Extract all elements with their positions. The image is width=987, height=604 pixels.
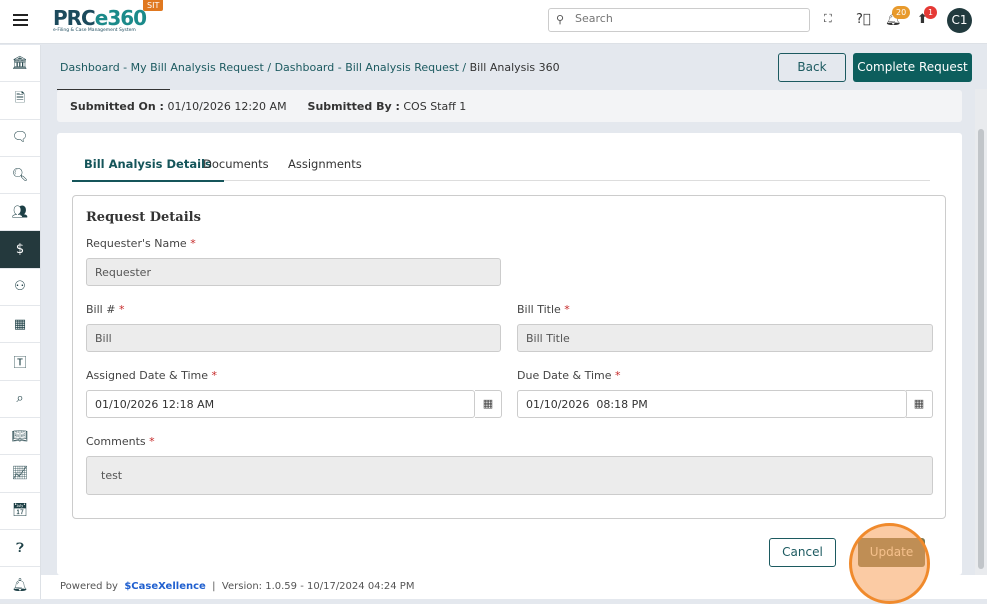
cancel-button[interactable]: Cancel xyxy=(769,538,836,567)
avatar[interactable]: C1 xyxy=(947,8,972,33)
sidebar-item-users[interactable]: 👥︎ xyxy=(0,194,40,232)
calendar-icon[interactable]: ▦ xyxy=(475,390,502,418)
help-icon[interactable]: ?⃝ xyxy=(856,12,871,27)
sidebar-item-meeting[interactable]: ⚇ xyxy=(0,269,40,307)
complete-request-button[interactable]: Complete Request xyxy=(853,53,972,82)
scrollbar[interactable] xyxy=(975,89,987,575)
sidebar-item-bill[interactable]: $ xyxy=(0,231,40,269)
requester-field[interactable]: Requester xyxy=(86,258,501,286)
comments-label: Comments * xyxy=(86,435,155,448)
sidebar-item-alarm[interactable]: 🔔︎ xyxy=(0,567,40,604)
assigned-date-label: Assigned Date & Time * xyxy=(86,369,218,382)
breadcrumb-link[interactable]: Dashboard - My Bill Analysis Request xyxy=(60,61,264,74)
due-date-label: Due Date & Time * xyxy=(517,369,621,382)
logo: PRCe360 xyxy=(53,6,147,30)
breadcrumb: Dashboard - My Bill Analysis Request / D… xyxy=(60,61,560,74)
request-details-form: Request Details Requester's Name * Reque… xyxy=(72,195,946,519)
menu-icon[interactable] xyxy=(13,14,28,26)
submitted-on-value: 01/10/2026 12:20 AM xyxy=(167,100,287,113)
tab-assignments[interactable]: Assignments xyxy=(288,157,362,171)
fullscreen-icon[interactable]: ⛶ xyxy=(824,12,832,26)
sidebar-item-scan[interactable]: ⌕ xyxy=(0,381,40,418)
form-title: Request Details xyxy=(86,210,201,225)
submitted-on-label: Submitted On : xyxy=(70,100,164,113)
search-icon: ⚲ xyxy=(556,13,565,26)
version-text: Version: 1.0.59 - 10/17/2024 04:24 PM xyxy=(221,581,415,592)
sidebar-item-file-search[interactable]: 🔍︎ xyxy=(0,157,40,195)
sidebar-item-bank[interactable]: 🏛︎ xyxy=(0,45,40,83)
requester-label: Requester's Name * xyxy=(86,237,196,250)
sidebar-item-comments[interactable]: 🗨︎ xyxy=(0,120,40,157)
sidebar: 🏛︎ 🗎 🗨︎ 🔍︎ 👥︎ $ ⚇ ▦ 🅃 ⌕ 📖︎ 📈︎ 📅︎ ❓︎ 🔔︎ xyxy=(0,45,41,604)
sidebar-item-calendar[interactable]: 📅︎ xyxy=(0,493,40,530)
search-box[interactable]: ⚲ xyxy=(548,8,810,32)
breadcrumb-link[interactable]: Dashboard - Bill Analysis Request xyxy=(275,61,459,74)
sidebar-item-help[interactable]: ❓︎ xyxy=(0,530,40,568)
powered-by-label: Powered by xyxy=(60,581,118,592)
due-date-input[interactable]: 01/10/2026 08:18 PM xyxy=(517,390,907,418)
sidebar-item-document[interactable]: 🗎 xyxy=(0,82,40,120)
bill-title-field[interactable]: Bill Title xyxy=(517,324,933,352)
calendar-icon[interactable]: ▦ xyxy=(906,390,933,418)
submitted-by-label: Submitted By : xyxy=(307,100,400,113)
details-card: Bill Analysis Details Documents Assignme… xyxy=(57,133,962,575)
top-bar: PRCe360 e-Filing & Case Management Syste… xyxy=(0,0,987,44)
search-input[interactable] xyxy=(575,12,795,25)
sidebar-item-text[interactable]: 🅃 xyxy=(0,343,40,381)
logo-subtitle: e-Filing & Case Management System xyxy=(53,28,136,33)
sidebar-item-building[interactable]: ▦ xyxy=(0,306,40,344)
footer-separator: | xyxy=(212,581,216,592)
bill-number-field[interactable]: Bill xyxy=(86,324,501,352)
sidebar-item-book[interactable]: 📖︎ xyxy=(0,418,40,456)
notification-badge: 20 xyxy=(892,6,911,19)
tab-bar: Bill Analysis Details Documents Assignme… xyxy=(72,150,930,182)
upload-badge: 1 xyxy=(924,6,938,19)
env-badge: SIT xyxy=(143,0,164,11)
update-button[interactable]: Update xyxy=(858,538,925,567)
assigned-date-input[interactable]: 01/10/2026 12:18 AM xyxy=(86,390,475,418)
submitted-by-value: COS Staff 1 xyxy=(403,100,467,113)
tab-documents[interactable]: Documents xyxy=(203,157,269,171)
bill-title-label: Bill Title * xyxy=(517,303,570,316)
footer: Powered by $CaseXellence | Version: 1.0.… xyxy=(41,575,987,599)
submission-info: Submitted On : 01/10/2026 12:20 AM Submi… xyxy=(57,89,962,122)
casexellence-logo: $CaseXellence xyxy=(124,581,206,592)
comments-textarea[interactable]: test xyxy=(86,456,933,495)
back-button[interactable]: Back xyxy=(778,53,846,82)
sidebar-item-chart[interactable]: 📈︎ xyxy=(0,455,40,493)
breadcrumb-current: Bill Analysis 360 xyxy=(469,61,560,74)
tab-bill-analysis-details[interactable]: Bill Analysis Details xyxy=(72,157,224,182)
bill-number-label: Bill # * xyxy=(86,303,125,316)
scrollbar-thumb[interactable] xyxy=(978,129,984,569)
